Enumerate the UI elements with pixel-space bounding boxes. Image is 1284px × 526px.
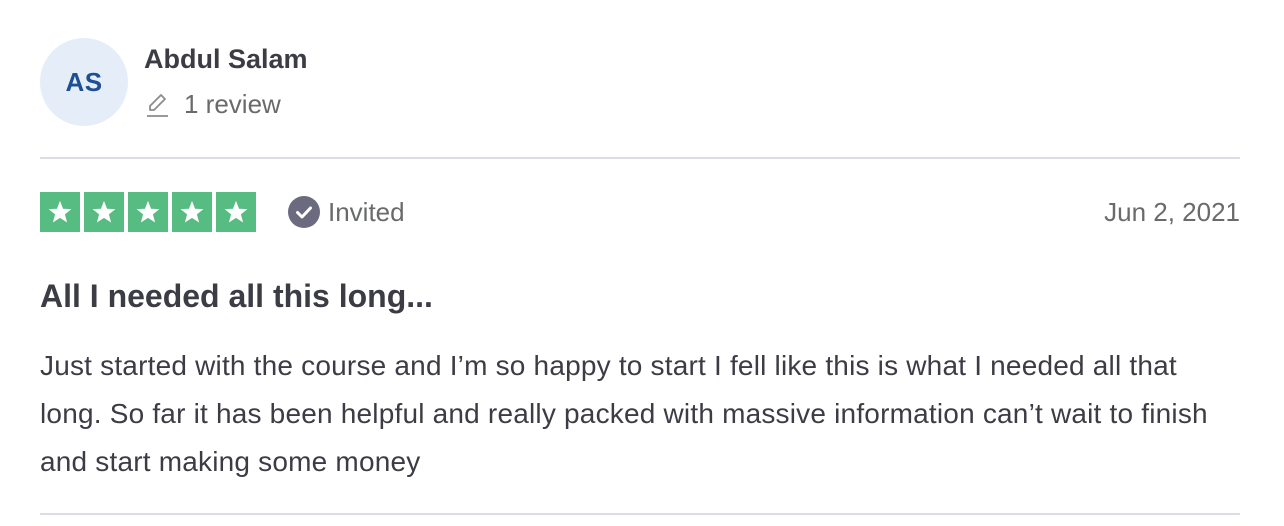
star-icon (180, 200, 204, 223)
consumer-details: Abdul Salam 1 review (144, 38, 308, 119)
invited-badge[interactable]: Invited (288, 196, 405, 228)
star-icon (92, 200, 116, 223)
star-rating (40, 192, 256, 232)
rating-row: Invited Jun 2, 2021 (40, 192, 1240, 232)
divider (40, 157, 1240, 159)
pencil-icon (144, 89, 170, 119)
review-card: AS Abdul Salam 1 review Invited Jun 2, 2… (40, 0, 1240, 526)
review-count: 1 review (144, 89, 308, 119)
review-body: Just started with the course and I’m so … (40, 350, 1208, 477)
avatar-initials: AS (65, 66, 103, 97)
star-box (172, 192, 212, 232)
star-box (84, 192, 124, 232)
star-icon (136, 200, 160, 223)
divider (40, 513, 1240, 515)
avatar[interactable]: AS (40, 38, 128, 126)
consumer-info: AS Abdul Salam 1 review (40, 38, 308, 126)
star-icon (48, 200, 72, 223)
consumer-name[interactable]: Abdul Salam (144, 43, 308, 75)
review-date: Jun 2, 2021 (1104, 196, 1240, 227)
check-circle-icon (288, 196, 320, 228)
star-box (128, 192, 168, 232)
star-box (216, 192, 256, 232)
star-box (40, 192, 80, 232)
review-count-label: 1 review (184, 89, 281, 119)
review-title[interactable]: All I needed all this long... (40, 276, 433, 316)
star-icon (224, 200, 248, 223)
invited-label: Invited (328, 196, 405, 227)
